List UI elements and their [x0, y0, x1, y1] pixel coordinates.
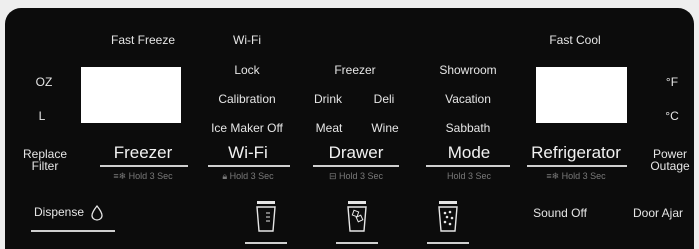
sabbath-label: Sabbath	[445, 121, 491, 135]
cubed-ice-underline	[336, 242, 378, 244]
refrigerator-hold-hint: ≡❄ Hold 3 Sec	[546, 171, 606, 181]
water-drop-icon	[91, 204, 104, 221]
mode-underline	[426, 165, 510, 167]
calibration-label: Calibration	[218, 92, 276, 106]
drawer-meat-label: Meat	[315, 121, 343, 135]
freezer-temp-display	[81, 67, 181, 123]
sound-off-label: Sound Off	[533, 206, 587, 220]
wifi-status-label: Wi-Fi	[233, 33, 261, 47]
freezer-underline	[100, 165, 188, 167]
cubed-ice-icon[interactable]	[344, 201, 370, 235]
water-underline	[245, 242, 287, 244]
mode-hold-hint: Hold 3 Sec	[446, 171, 492, 181]
freezer-button[interactable]: Freezer	[114, 143, 173, 163]
liter-label: L	[38, 109, 46, 123]
drawer-hold-hint: ⊟ Hold 3 Sec	[328, 171, 384, 181]
drawer-underline	[313, 165, 399, 167]
freezer-hold-hint: ≡❄ Hold 3 Sec	[113, 171, 173, 181]
refrigerator-underline	[527, 165, 627, 167]
crushed-ice-icon[interactable]	[435, 201, 461, 235]
celsius-label: °C	[665, 109, 679, 123]
replace-filter-label: Replace Filter	[22, 147, 68, 173]
drawer-freezer-label: Freezer	[334, 63, 376, 77]
oz-label: OZ	[35, 75, 53, 89]
ice-maker-off-label: Ice Maker Off	[211, 121, 283, 135]
showroom-label: Showroom	[439, 63, 497, 77]
mode-button[interactable]: Mode	[448, 143, 491, 163]
drawer-wine-label: Wine	[371, 121, 399, 135]
dispense-button[interactable]: Dispense	[34, 204, 104, 221]
drawer-drink-label: Drink	[313, 92, 343, 106]
wifi-button[interactable]: Wi-Fi	[228, 143, 268, 163]
drawer-button[interactable]: Drawer	[329, 143, 384, 163]
fridge-temp-display	[536, 67, 627, 123]
drawer-deli-label: Deli	[373, 92, 395, 106]
drawer-icon: ⊟	[328, 171, 340, 181]
control-panel: Fast Freeze Wi-Fi Fast Cool OZ L Replace…	[5, 8, 694, 249]
fast-cool-icon: ≡❄	[546, 171, 562, 181]
water-glass-icon[interactable]	[253, 201, 279, 235]
fast-freeze-icon: ≡❄	[113, 171, 129, 181]
crushed-ice-underline	[427, 242, 469, 244]
refrigerator-button[interactable]: Refrigerator	[531, 143, 621, 163]
wifi-hold-hint: 🔒︎ Hold 3 Sec	[222, 171, 274, 181]
lock-label: Lock	[234, 63, 260, 77]
fahrenheit-label: °F	[665, 75, 679, 89]
vacation-label: Vacation	[445, 92, 491, 106]
dispense-underline	[31, 230, 115, 232]
power-outage-label: Power Outage	[650, 147, 690, 173]
fast-cool-label: Fast Cool	[549, 33, 601, 47]
door-ajar-label: Door Ajar	[632, 206, 684, 220]
fast-freeze-label: Fast Freeze	[110, 33, 176, 47]
wifi-underline	[208, 165, 290, 167]
